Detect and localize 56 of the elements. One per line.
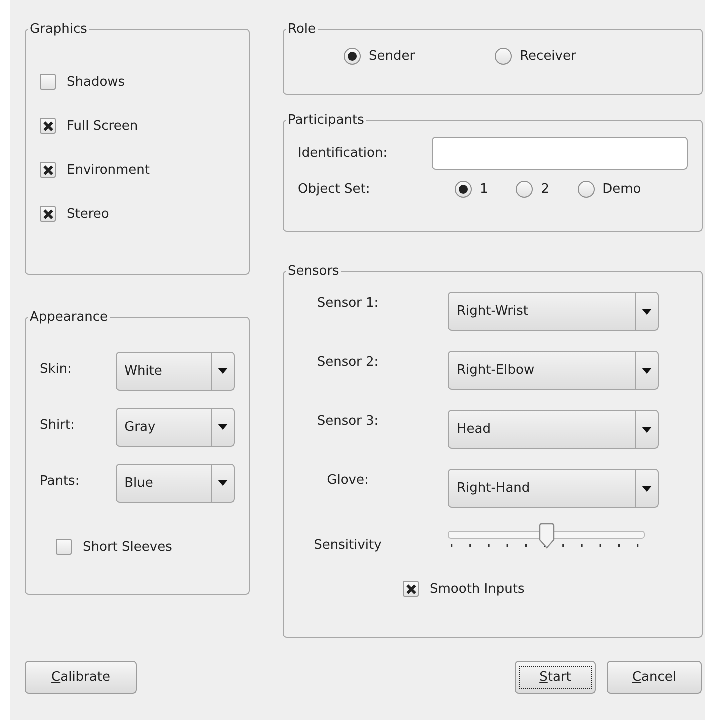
field-label: Glove: bbox=[326, 473, 370, 488]
radio-button[interactable] bbox=[495, 48, 512, 65]
group-title: Sensors bbox=[287, 264, 340, 279]
group-title: Role bbox=[287, 22, 318, 37]
radio-button[interactable] bbox=[455, 181, 472, 198]
checkbox-label[interactable]: Smooth Inputs bbox=[430, 582, 525, 596]
radio-label[interactable]: Sender bbox=[369, 49, 416, 64]
checkbox[interactable] bbox=[40, 118, 56, 134]
field-label: Pants: bbox=[40, 474, 81, 488]
caret-icon bbox=[218, 368, 228, 374]
radio-label[interactable]: 1 bbox=[480, 182, 488, 197]
dropdown[interactable]: White bbox=[116, 352, 235, 390]
dropdown[interactable]: Right-Wrist bbox=[448, 292, 659, 331]
calibrate-button[interactable]: Calibrate bbox=[25, 661, 137, 694]
field-label: Skin: bbox=[40, 362, 74, 376]
group-title: Graphics bbox=[29, 22, 88, 37]
checkbox-label[interactable]: Short Sleeves bbox=[83, 540, 172, 554]
checkbox-label[interactable]: Environment bbox=[67, 162, 150, 178]
dialog-button[interactable]: Cancel bbox=[607, 661, 702, 694]
input-field[interactable] bbox=[432, 137, 688, 170]
radio-button[interactable] bbox=[516, 181, 534, 198]
caret-icon bbox=[218, 480, 228, 486]
dialog-button[interactable]: Start bbox=[515, 661, 596, 694]
group-title: Appearance bbox=[29, 310, 110, 325]
checkbox[interactable] bbox=[56, 539, 72, 555]
checkbox[interactable] bbox=[403, 581, 419, 597]
caret-icon bbox=[642, 308, 652, 314]
checkbox-label[interactable]: Stereo bbox=[67, 206, 110, 222]
group-title: Participants bbox=[287, 113, 366, 128]
dropdown[interactable]: Gray bbox=[116, 408, 235, 446]
radio-button[interactable] bbox=[344, 48, 361, 65]
dropdown[interactable]: Blue bbox=[116, 464, 235, 502]
dropdown[interactable]: Right-Elbow bbox=[448, 351, 659, 390]
field-label: Sensor 1: bbox=[316, 296, 380, 311]
dropdown[interactable]: Right-Hand bbox=[448, 469, 659, 508]
caret-icon bbox=[642, 368, 652, 374]
field-label: Sensor 3: bbox=[316, 414, 380, 429]
caret-icon bbox=[642, 486, 652, 492]
radio-button[interactable] bbox=[578, 181, 595, 198]
field-label: Object Set: bbox=[298, 182, 372, 197]
checkbox[interactable] bbox=[40, 74, 56, 90]
checkbox-label[interactable]: Full Screen bbox=[67, 118, 138, 134]
checkbox[interactable] bbox=[40, 162, 56, 178]
field-label: Sensitivity bbox=[313, 538, 383, 553]
slider-thumb[interactable] bbox=[538, 522, 556, 548]
caret-icon bbox=[642, 426, 652, 432]
radio-label[interactable]: Demo bbox=[602, 182, 642, 197]
field-label: Identification: bbox=[298, 146, 389, 161]
radio-label[interactable]: Receiver bbox=[520, 49, 576, 64]
caret-icon bbox=[218, 424, 228, 430]
radio-label[interactable]: 2 bbox=[541, 182, 550, 197]
dropdown[interactable]: Head bbox=[448, 410, 659, 449]
field-label: Sensor 2: bbox=[316, 355, 380, 370]
checkbox-label[interactable]: Shadows bbox=[67, 74, 126, 90]
checkbox[interactable] bbox=[40, 206, 56, 222]
field-label: Shirt: bbox=[40, 418, 76, 432]
